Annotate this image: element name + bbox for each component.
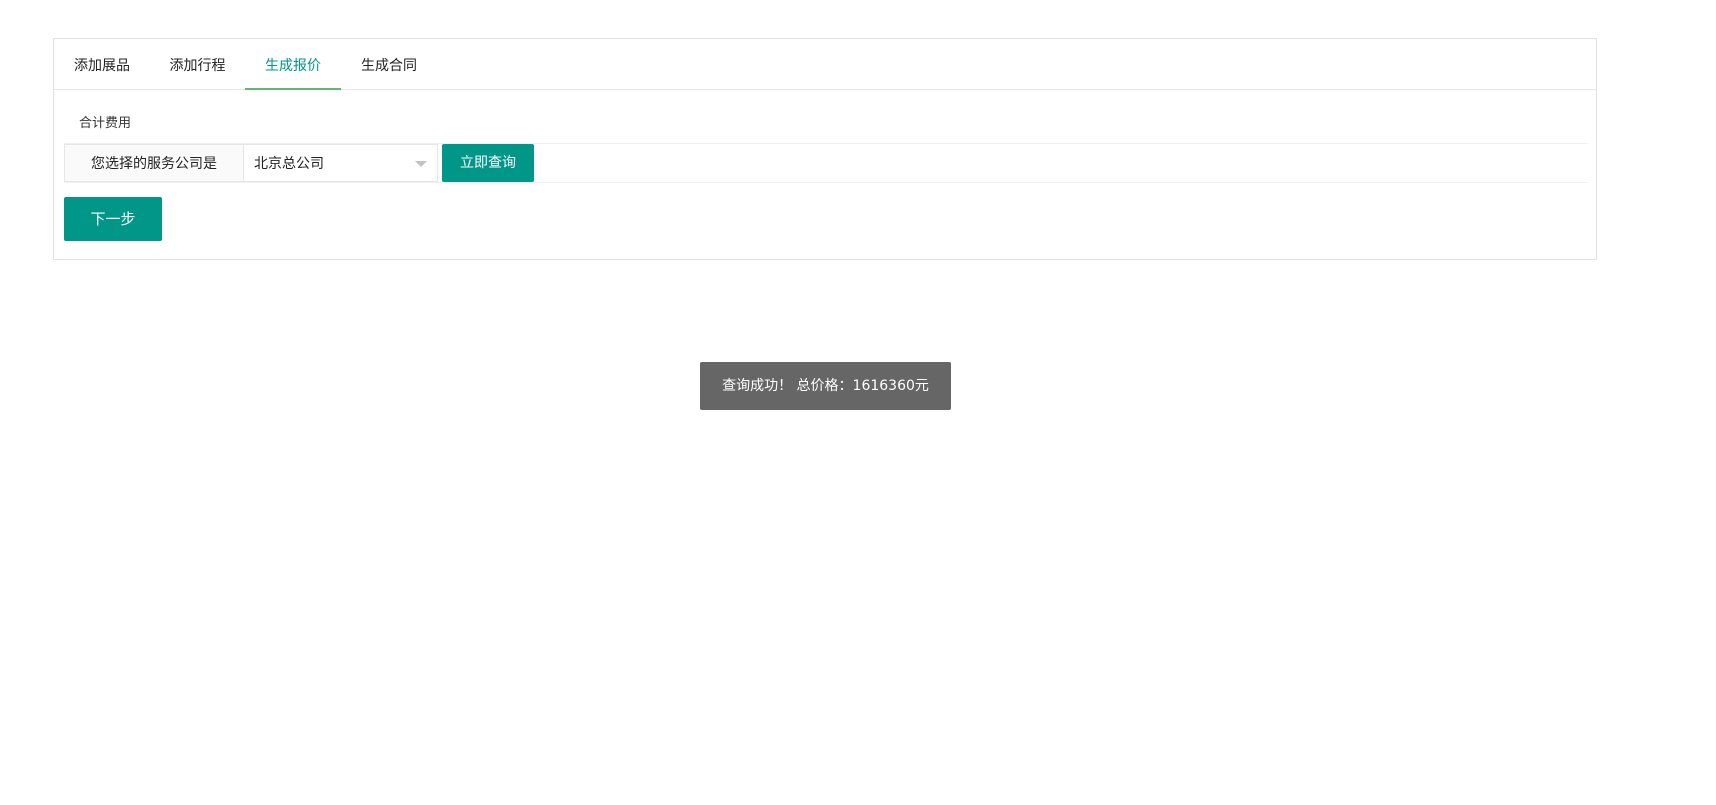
company-select[interactable]: 北京总公司 [244,144,438,182]
query-button[interactable]: 立即查询 [442,144,534,182]
query-row: 您选择的服务公司是 北京总公司 立即查询 [64,143,1588,183]
chevron-down-icon [415,161,427,167]
tab-generate-contract[interactable]: 生成合同 [341,39,437,90]
success-toast: 查询成功！ 总价格：1616360元 [700,362,951,410]
tab-add-itinerary[interactable]: 添加行程 [150,39,245,90]
company-label: 您选择的服务公司是 [64,144,244,182]
tab-bar: 添加展品 添加行程 生成报价 生成合同 [54,39,1596,90]
company-select-value: 北京总公司 [254,156,324,172]
tab-generate-quote[interactable]: 生成报价 [245,39,341,90]
section-title: 合计费用 [79,116,132,131]
quote-panel: 添加展品 添加行程 生成报价 生成合同 合计费用 您选择的服务公司是 北京总公司… [53,38,1597,260]
next-step-button[interactable]: 下一步 [64,197,162,241]
tab-add-exhibits[interactable]: 添加展品 [54,39,150,90]
